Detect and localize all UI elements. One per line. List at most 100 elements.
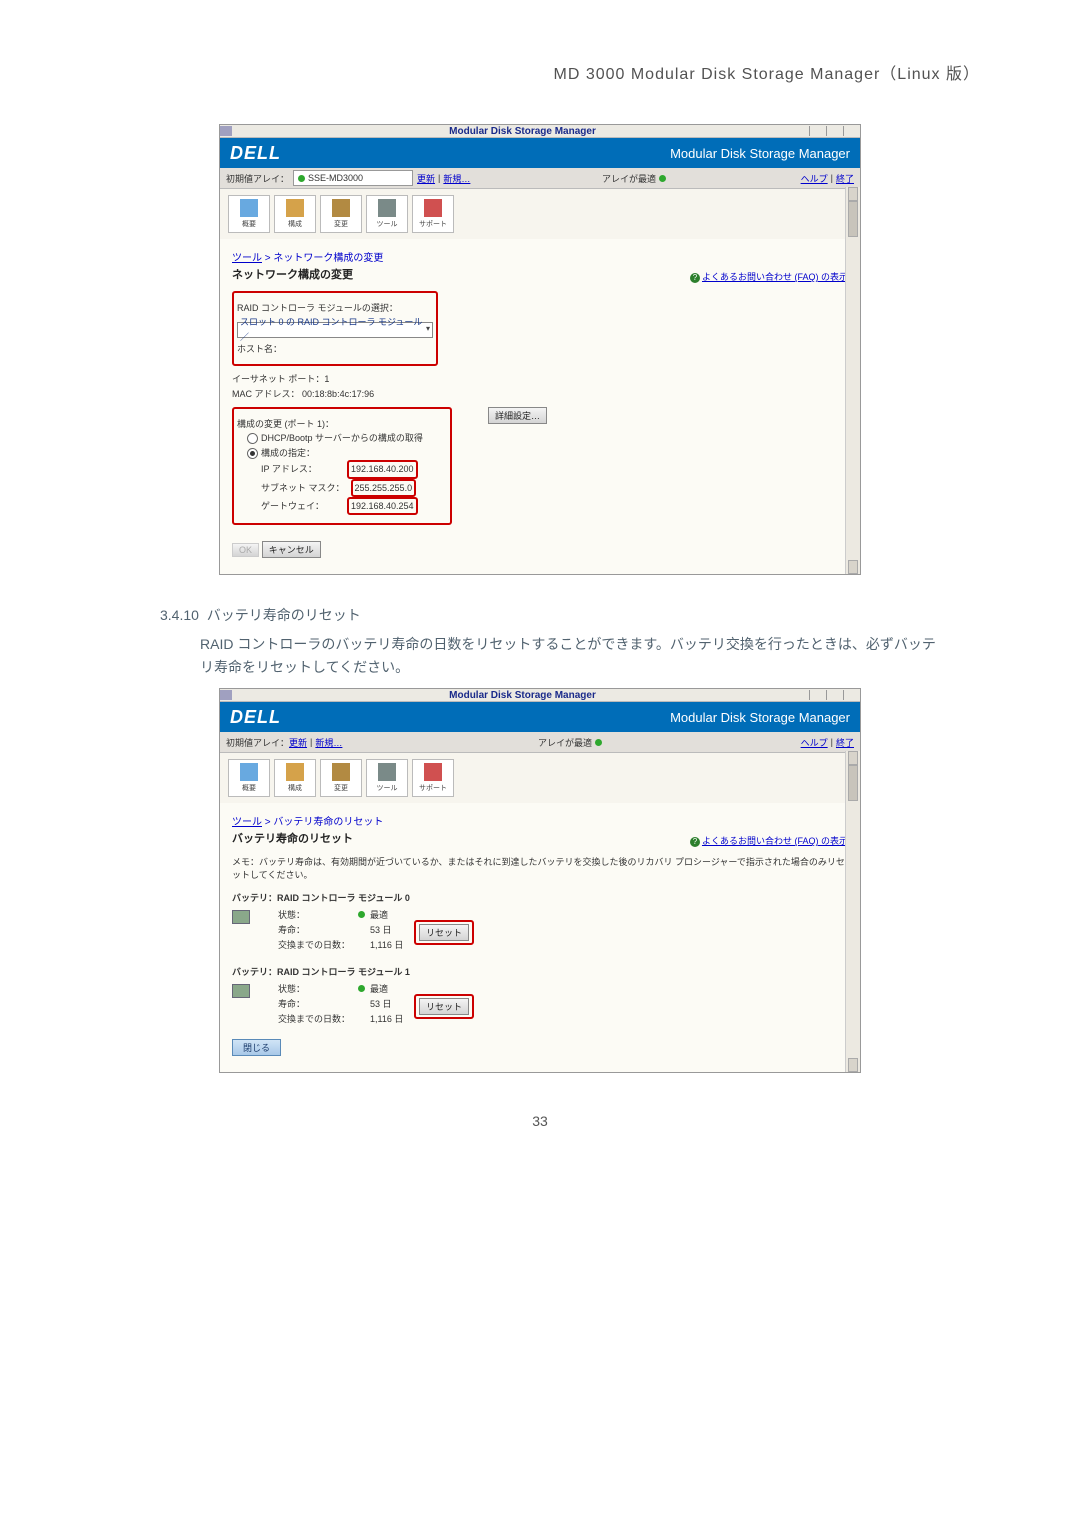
main-content: ツール > バッテリ寿命のリセット バッテリ寿命のリセット ?よくあるお問い合わ…	[220, 803, 860, 1072]
window-title: Modular Disk Storage Manager	[236, 126, 809, 137]
exit-link[interactable]: 終了	[836, 172, 854, 185]
scroll-down-icon[interactable]	[848, 1058, 858, 1072]
dhcp-option: DHCP/Bootp サーバーからの構成の取得	[261, 433, 423, 443]
array-label: 初期値アレイ：	[226, 736, 289, 749]
modify-button[interactable]: 変更	[320, 195, 362, 233]
ip-value: 192.168.40.200	[347, 460, 418, 478]
array-select[interactable]: SSE-MD3000	[293, 170, 413, 186]
scrollbar[interactable]	[845, 751, 860, 1072]
mac-label: MAC アドレス：	[232, 389, 300, 399]
battery-icon	[232, 910, 250, 924]
array-status: アレイが最適	[602, 172, 656, 185]
breadcrumb-tool[interactable]: ツール	[232, 817, 262, 828]
array-label: 初期値アレイ：	[226, 172, 289, 185]
summary-button[interactable]: 概要	[228, 195, 270, 233]
modify-button[interactable]: 変更	[320, 759, 362, 797]
modify-icon	[332, 763, 350, 781]
help-link[interactable]: ヘルプ	[801, 736, 828, 749]
gateway-label: ゲートウェイ：	[261, 499, 341, 513]
tools-icon	[378, 763, 396, 781]
support-button[interactable]: サポート	[412, 759, 454, 797]
product-name: Modular Disk Storage Manager	[670, 710, 860, 725]
battery-group-1: バッテリ：RAID コントローラ モジュール 1 状態： 最適 寿命： 53 日…	[232, 965, 848, 1025]
section-number: 3.4.10 バッテリ寿命のリセット	[160, 605, 980, 625]
product-name: Modular Disk Storage Manager	[670, 146, 860, 161]
mac-value: 00:18:8b:4c:17:96	[302, 389, 374, 399]
dhcp-radio[interactable]	[247, 433, 258, 444]
scroll-thumb[interactable]	[848, 765, 858, 801]
section-body: RAID コントローラのバッテリ寿命の日数をリセットすることができます。バッテリ…	[200, 633, 940, 678]
scroll-up-icon[interactable]	[848, 751, 858, 765]
tools-button[interactable]: ツール	[366, 195, 408, 233]
scroll-down-icon[interactable]	[848, 560, 858, 574]
perf-link[interactable]: 更新	[417, 172, 435, 185]
icon-toolbar: 概要 構成 変更 ツール サポート	[220, 753, 860, 803]
config-button[interactable]: 構成	[274, 195, 316, 233]
app-icon	[220, 126, 232, 136]
portcfg-heading: 構成の変更 (ポート 1)：	[237, 417, 447, 431]
min-icon[interactable]	[809, 690, 826, 700]
scrollbar[interactable]	[845, 187, 860, 574]
max-icon[interactable]	[826, 126, 843, 136]
scroll-thumb[interactable]	[848, 201, 858, 237]
optimal-icon	[595, 739, 602, 746]
ok-button: OK	[232, 543, 259, 557]
page-number: 33	[100, 1113, 980, 1129]
tools-icon	[378, 199, 396, 217]
reset-button-1[interactable]: リセット	[419, 998, 469, 1015]
battery1-heading: バッテリ：RAID コントローラ モジュール 1	[232, 965, 848, 978]
close-icon[interactable]	[843, 126, 860, 136]
close-button[interactable]: 閉じる	[232, 1039, 281, 1056]
separator: |	[310, 737, 312, 747]
reset-button-0[interactable]: リセット	[419, 924, 469, 941]
status-label: 状態：	[278, 908, 358, 921]
eth-port-label: イーサネット ポート：1	[232, 372, 848, 386]
help-link[interactable]: ヘルプ	[801, 172, 828, 185]
app-icon	[220, 690, 232, 700]
array-status: アレイが最適	[538, 736, 592, 749]
status-value: 最適	[370, 908, 410, 921]
raid-module-select[interactable]: スロット 0 の RAID コントローラ モジュール ／ ▾	[237, 322, 433, 338]
exchange-label: 交換までの日数：	[278, 938, 358, 951]
control-bar: 初期値アレイ： SSE-MD3000 更新 | 新規… アレイが最適 ヘルプ |…	[220, 168, 860, 189]
optimal-icon	[659, 175, 666, 182]
gateway-value: 192.168.40.254	[347, 497, 418, 515]
exchange-value: 1,116 日	[370, 1012, 410, 1025]
subnet-label: サブネット マスク：	[261, 481, 345, 495]
max-icon[interactable]	[826, 690, 843, 700]
battery0-heading: バッテリ：RAID コントローラ モジュール 0	[232, 891, 848, 904]
status-label: 状態：	[278, 982, 358, 995]
config-button[interactable]: 構成	[274, 759, 316, 797]
dell-logo: DELL	[220, 707, 670, 728]
new-link[interactable]: 新規…	[315, 736, 342, 749]
advanced-button[interactable]: 詳細設定…	[488, 407, 547, 424]
highlight-raid-select: RAID コントローラ モジュールの選択： スロット 0 の RAID コントロ…	[232, 291, 438, 366]
breadcrumb-tool[interactable]: ツール	[232, 253, 262, 264]
subnet-value: 255.255.255.0	[351, 479, 417, 497]
perf-link[interactable]: 更新	[289, 736, 307, 749]
life-label: 寿命：	[278, 997, 358, 1010]
summary-button[interactable]: 概要	[228, 759, 270, 797]
array-name: SSE-MD3000	[308, 173, 363, 183]
new-link[interactable]: 新規…	[443, 172, 470, 185]
config-icon	[286, 199, 304, 217]
status-ok-icon	[358, 911, 365, 918]
scroll-up-icon[interactable]	[848, 187, 858, 201]
min-icon[interactable]	[809, 126, 826, 136]
exchange-value: 1,116 日	[370, 938, 410, 951]
brand-bar: DELL Modular Disk Storage Manager	[220, 702, 860, 732]
raid-select-label: RAID コントローラ モジュールの選択：	[237, 301, 433, 315]
life-label: 寿命：	[278, 923, 358, 936]
support-button[interactable]: サポート	[412, 195, 454, 233]
tools-button[interactable]: ツール	[366, 759, 408, 797]
config-icon	[286, 763, 304, 781]
life-value: 53 日	[370, 997, 410, 1010]
cancel-button[interactable]: キャンセル	[262, 541, 321, 558]
status-value: 最適	[370, 982, 410, 995]
note-text: メモ：バッテリ寿命は、有効期間が近づいているか、またはそれに到達したバッテリを交…	[232, 855, 848, 881]
manual-radio[interactable]	[247, 448, 258, 459]
summary-icon	[240, 763, 258, 781]
close-icon[interactable]	[843, 690, 860, 700]
exit-link[interactable]: 終了	[836, 736, 854, 749]
help-icon: ?	[690, 273, 700, 283]
